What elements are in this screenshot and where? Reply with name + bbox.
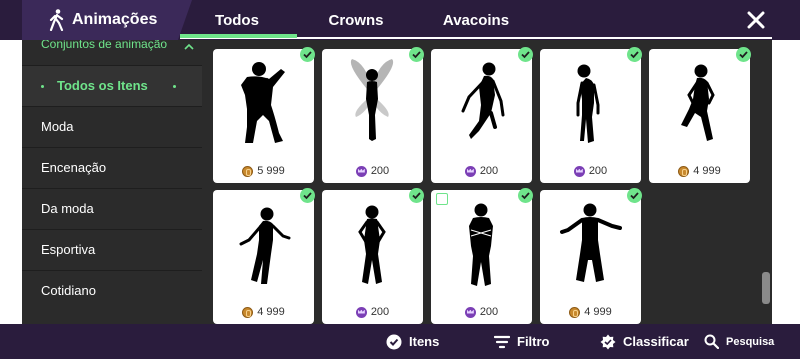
dance-crouch-silhouette	[241, 62, 285, 143]
search-icon	[704, 334, 719, 349]
owned-check-icon	[409, 188, 424, 203]
price-value: 200	[479, 165, 499, 177]
avacoin-icon	[242, 165, 254, 177]
sidebar-item-esportiva[interactable]: Esportiva	[22, 229, 202, 270]
tab-crowns[interactable]: Crowns	[296, 0, 416, 40]
price-tag: 200	[322, 305, 423, 319]
walking-person-icon	[49, 9, 64, 31]
animation-card[interactable]: 200	[322, 188, 424, 324]
price-value: 4 999	[257, 306, 285, 318]
price-value: 200	[370, 306, 390, 318]
crown-icon	[355, 165, 367, 177]
price-tag: 200	[431, 305, 532, 319]
filter-icon	[494, 335, 510, 348]
fairy-silhouette	[350, 59, 394, 141]
price-value: 200	[479, 306, 499, 318]
owned-check-icon	[518, 188, 533, 203]
sidebar-item-da-moda[interactable]: Da moda	[22, 188, 202, 229]
close-icon[interactable]	[744, 8, 768, 32]
sidebar-item-label: Cotidiano	[41, 283, 96, 298]
animation-card[interactable]: 200	[431, 47, 533, 183]
price-tag: 200	[322, 164, 423, 178]
avacoin-icon	[569, 306, 581, 318]
price-tag: 4 999	[540, 305, 641, 319]
crown-icon	[464, 165, 476, 177]
category-sidebar: Conjuntos de animação Todos os Itens Mod…	[22, 40, 202, 324]
sidebar-item-label: Encenação	[41, 160, 107, 175]
price-tag: 4 999	[649, 164, 750, 178]
items-label: Itens	[409, 334, 440, 349]
price-value: 200	[588, 165, 608, 177]
sidebar-item-encenacao[interactable]: Encenação	[22, 147, 202, 188]
lean-back-silhouette	[576, 64, 600, 143]
price-tag: 200	[540, 164, 641, 178]
crown-icon	[464, 306, 476, 318]
animations-screen: Animações Todos Crowns Avacoins Conjunto…	[0, 0, 800, 359]
top-bar: Animações Todos Crowns Avacoins	[0, 0, 800, 40]
sort-label: Classificar	[623, 334, 689, 349]
arms-out-lean-silhouette	[239, 207, 291, 284]
jump-float-silhouette	[461, 62, 505, 139]
active-dot	[173, 85, 176, 88]
active-dot	[41, 85, 44, 88]
crown-icon	[355, 306, 367, 318]
animation-card[interactable]: 4 999	[213, 188, 315, 324]
item-grid: 5 999 200 200 200 4 999 4 999 200 200 4 …	[202, 40, 772, 324]
price-tag: 200	[431, 164, 532, 178]
filter-label: Filtro	[517, 334, 550, 349]
owned-check-icon	[300, 47, 315, 62]
owned-check-icon	[736, 47, 751, 62]
sidebar-item-label: Moda	[41, 119, 74, 134]
search-label: Pesquisa	[726, 335, 775, 348]
price-tag: 4 999	[213, 305, 314, 319]
left-margin	[0, 40, 22, 324]
tab-avacoins[interactable]: Avacoins	[416, 0, 536, 40]
price-tag: 5 999	[213, 164, 314, 178]
search-button[interactable]: Pesquisa	[704, 324, 774, 359]
animation-card[interactable]: 4 999	[540, 188, 642, 324]
arms-wide-silhouette	[560, 203, 622, 282]
hands-on-hips-silhouette	[358, 205, 386, 284]
crown-icon	[573, 165, 585, 177]
sidebar-item-label: Esportiva	[41, 242, 96, 257]
sort-button[interactable]: Classificar	[600, 324, 689, 359]
sidebar-group-label: Conjuntos de animação	[41, 40, 168, 51]
sidebar-item-cotidiano[interactable]: Cotidiano	[22, 270, 202, 311]
scrollbar-thumb[interactable]	[762, 272, 770, 304]
avacoin-icon	[242, 306, 254, 318]
owned-check-icon	[627, 47, 642, 62]
price-value: 4 999	[693, 165, 721, 177]
check-circle-icon	[386, 334, 402, 349]
sidebar-group-header[interactable]: Conjuntos de animação	[22, 40, 202, 58]
owned-check-icon	[627, 188, 642, 203]
arms-crossed-silhouette	[469, 203, 493, 286]
sidebar-item-label: Todos os Itens	[57, 78, 148, 93]
right-margin	[772, 40, 800, 324]
price-value: 200	[370, 165, 390, 177]
sort-badge-icon	[600, 334, 616, 349]
sidebar-item-label: Da moda	[41, 201, 94, 216]
price-value: 5 999	[257, 165, 285, 177]
kick-up-silhouette	[681, 64, 715, 141]
sidebar-item-moda[interactable]: Moda	[22, 106, 202, 147]
price-value: 4 999	[584, 306, 612, 318]
owned-check-icon	[409, 47, 424, 62]
chevron-up-icon	[184, 43, 194, 50]
animation-card[interactable]: 200	[322, 47, 424, 183]
items-button[interactable]: Itens	[386, 324, 439, 359]
animation-card[interactable]: 5 999	[213, 47, 315, 183]
screen-title: Animações	[22, 0, 192, 40]
bottom-toolbar: Itens Filtro Classificar Pesquisa	[0, 324, 800, 359]
sidebar-item-todos-os-itens[interactable]: Todos os Itens	[22, 65, 202, 106]
animation-card[interactable]: 200	[431, 188, 533, 324]
avacoin-icon	[678, 165, 690, 177]
animation-card[interactable]: 4 999	[649, 47, 751, 183]
filter-button[interactable]: Filtro	[494, 324, 550, 359]
owned-check-icon	[518, 47, 533, 62]
animation-card[interactable]: 200	[540, 47, 642, 183]
active-tab-indicator	[180, 34, 297, 38]
owned-check-icon	[300, 188, 315, 203]
title-label: Animações	[72, 11, 158, 28]
